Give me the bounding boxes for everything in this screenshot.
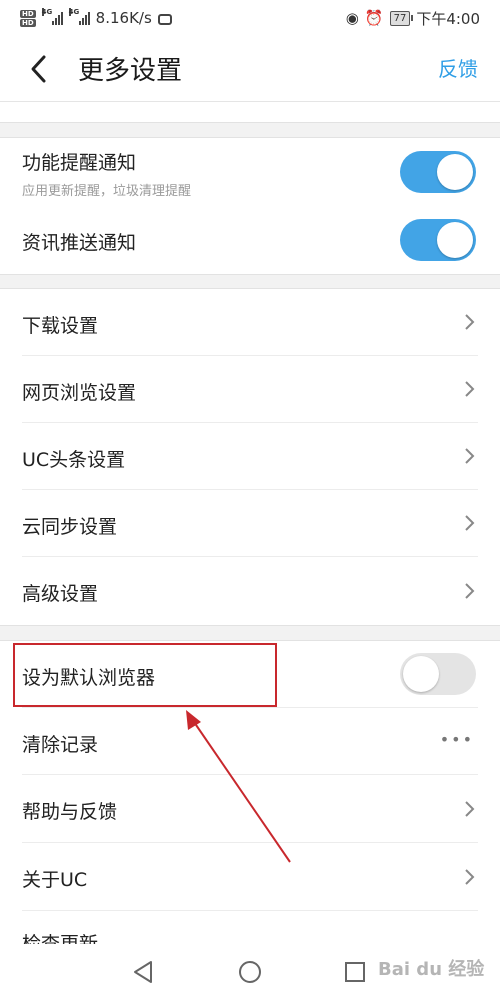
section-gap bbox=[0, 274, 500, 289]
eye-icon: ◉ bbox=[345, 9, 359, 27]
chevron-right-icon bbox=[465, 448, 475, 464]
signal-icon: 4G bbox=[41, 8, 63, 25]
app-header: 更多设置 反馈 bbox=[0, 36, 500, 102]
signal-icon-2: 4G bbox=[68, 8, 90, 25]
default-browser-toggle[interactable] bbox=[400, 653, 476, 695]
row-label: 云同步设置 bbox=[22, 516, 118, 538]
more-dots-icon: ••• bbox=[439, 730, 474, 749]
network-speed: 8.16K/s bbox=[95, 9, 152, 27]
chevron-right-icon bbox=[465, 583, 475, 599]
row-label: 资讯推送通知 bbox=[22, 232, 137, 254]
row-label: 网页浏览设置 bbox=[22, 382, 137, 404]
tv-icon bbox=[157, 13, 172, 25]
row-label: 设为默认浏览器 bbox=[22, 667, 156, 689]
chevron-right-icon bbox=[465, 801, 475, 817]
baidu-watermark: Bai du 经验 bbox=[378, 959, 485, 980]
chevron-right-icon bbox=[465, 381, 475, 397]
default-browser-row[interactable]: 设为默认浏览器 bbox=[0, 641, 500, 708]
nav-recents-icon[interactable] bbox=[344, 961, 366, 983]
back-arrow-icon[interactable] bbox=[24, 52, 54, 86]
cloud-sync-settings-row[interactable]: 云同步设置 bbox=[0, 490, 500, 557]
clear-records-row[interactable]: 清除记录 ••• bbox=[0, 708, 500, 775]
alarm-icon: ⏰ bbox=[364, 9, 384, 27]
row-label: 高级设置 bbox=[22, 583, 99, 605]
row-label: 帮助与反馈 bbox=[22, 801, 118, 823]
row-label: 关于UC bbox=[22, 869, 88, 891]
news-push-row[interactable]: 资讯推送通知 bbox=[0, 206, 500, 274]
chevron-right-icon bbox=[465, 515, 475, 531]
feedback-button[interactable]: 反馈 bbox=[438, 53, 478, 82]
section-gap bbox=[0, 625, 500, 641]
help-feedback-row[interactable]: 帮助与反馈 bbox=[0, 775, 500, 843]
feature-reminder-row[interactable]: 功能提醒通知 应用更新提醒，垃圾清理提醒 bbox=[0, 138, 500, 206]
clock: 下午4:00 bbox=[416, 9, 480, 28]
feature-reminder-toggle[interactable] bbox=[400, 151, 476, 193]
row-sublabel: 应用更新提醒，垃圾清理提醒 bbox=[22, 184, 192, 199]
section-gap bbox=[0, 122, 500, 138]
row-label: 功能提醒通知 bbox=[22, 152, 137, 174]
battery-icon: 77 bbox=[389, 10, 414, 26]
download-settings-row[interactable]: 下载设置 bbox=[0, 289, 500, 356]
web-browsing-settings-row[interactable]: 网页浏览设置 bbox=[0, 356, 500, 423]
row-label: 清除记录 bbox=[22, 734, 99, 756]
news-push-toggle[interactable] bbox=[400, 219, 476, 261]
row-label: 下载设置 bbox=[22, 315, 99, 337]
about-uc-row[interactable]: 关于UC bbox=[0, 843, 500, 911]
uc-headlines-settings-row[interactable]: UC头条设置 bbox=[0, 423, 500, 490]
hd-badges: HD HD bbox=[20, 9, 36, 27]
status-bar: HD HD 4G 4G 8.16K/s ◉ ⏰ 77 下午4:00 bbox=[0, 0, 500, 36]
advanced-settings-row[interactable]: 高级设置 bbox=[0, 557, 500, 625]
nav-back-icon[interactable] bbox=[132, 960, 154, 984]
chevron-right-icon bbox=[465, 314, 475, 330]
check-update-row[interactable]: 检查更新 bbox=[22, 929, 98, 944]
nav-home-icon[interactable] bbox=[238, 960, 262, 984]
row-label: UC头条设置 bbox=[22, 449, 126, 471]
chevron-right-icon bbox=[465, 869, 475, 885]
page-title: 更多设置 bbox=[78, 56, 183, 86]
